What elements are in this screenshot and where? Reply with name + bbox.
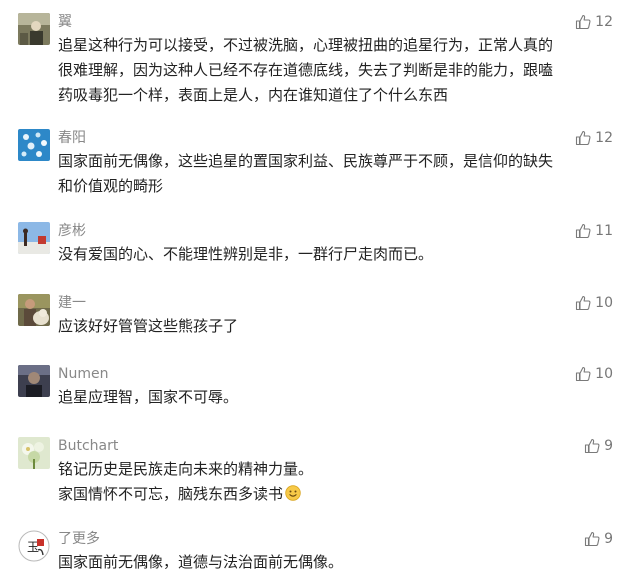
comment-line: 铭记历史是民族走向未来的精神力量。 bbox=[58, 457, 618, 482]
thumbs-up-icon bbox=[575, 130, 591, 146]
comment-line: 没有爱国的心、不能理性辨别是非，一群行尸走肉而已。 bbox=[58, 242, 618, 267]
comment-line-text: 应该好好管管这些熊孩子了 bbox=[58, 317, 239, 335]
like-button[interactable]: 12 bbox=[575, 13, 613, 31]
like-count: 9 bbox=[604, 438, 613, 454]
like-count: 11 bbox=[595, 223, 613, 239]
comment-line: 药吸毒犯一个样，表面上是人，内在谁知道住了个什么东西 bbox=[58, 83, 618, 108]
thumbs-up-icon bbox=[584, 438, 600, 454]
comment-line-text: 家国情怀不可忘，脑残东西多读书 bbox=[58, 485, 284, 503]
comment-line: 家国情怀不可忘，脑残东西多读书 bbox=[58, 482, 618, 507]
comment-author[interactable]: 建一 bbox=[58, 294, 86, 312]
comment-text: 国家面前无偶像，这些追星的置国家利益、民族尊严于不顾，是信仰的缺失 和价值观的畸形 bbox=[58, 149, 618, 199]
comment-line-text: 国家面前无偶像，这些追星的置国家利益、民族尊严于不顾，是信仰的缺失 bbox=[58, 152, 554, 170]
thumbs-up-icon bbox=[584, 531, 600, 547]
like-button[interactable]: 9 bbox=[584, 437, 613, 455]
comment-line: 很难理解，因为这种人已经不存在道德底线，失去了判断是非的能力，跟嗑 bbox=[58, 58, 618, 83]
comment-line: 和价值观的畸形 bbox=[58, 174, 618, 199]
comment-line: 追星应理智，国家不可辱。 bbox=[58, 385, 618, 410]
comment-line-text: 追星这种行为可以接受，不过被洗脑，心理被扭曲的追星行为，正常人真的 bbox=[58, 36, 554, 54]
comment-line: 国家面前无偶像，这些追星的置国家利益、民族尊严于不顾，是信仰的缺失 bbox=[58, 149, 618, 174]
comment-line-text: 追星应理智，国家不可辱。 bbox=[58, 388, 239, 406]
comment-line-text: 没有爱国的心、不能理性辨别是非，一群行尸走肉而已。 bbox=[58, 245, 434, 263]
like-button[interactable]: 10 bbox=[575, 294, 613, 312]
comment-line-text: 药吸毒犯一个样，表面上是人，内在谁知道住了个什么东西 bbox=[58, 86, 449, 104]
thumbs-up-icon bbox=[575, 14, 591, 30]
sky-scene-avatar[interactable] bbox=[18, 222, 50, 254]
comment-author[interactable]: 了更多 bbox=[58, 530, 100, 548]
comment-line: 国家面前无偶像，道德与法治面前无偶像。 bbox=[58, 550, 618, 575]
comment-line: 追星这种行为可以接受，不过被洗脑，心理被扭曲的追星行为，正常人真的 bbox=[58, 33, 618, 58]
like-count: 10 bbox=[595, 366, 613, 382]
comment-text: 应该好好管管这些熊孩子了 bbox=[58, 314, 618, 339]
comment-author[interactable]: 彦彬 bbox=[58, 222, 86, 240]
comment-author[interactable]: 春阳 bbox=[58, 129, 86, 147]
like-count: 12 bbox=[595, 130, 613, 146]
flower-avatar[interactable] bbox=[18, 437, 50, 469]
comment-text: 国家面前无偶像，道德与法治面前无偶像。 bbox=[58, 550, 618, 575]
like-button[interactable]: 10 bbox=[575, 365, 613, 383]
like-button[interactable]: 9 bbox=[584, 530, 613, 548]
like-button[interactable]: 12 bbox=[575, 129, 613, 147]
like-count: 9 bbox=[604, 531, 613, 547]
comment-line-text: 铭记历史是民族走向未来的精神力量。 bbox=[58, 460, 314, 478]
blue-pattern-avatar[interactable] bbox=[18, 129, 50, 161]
like-count: 10 bbox=[595, 295, 613, 311]
calligraphy-seal-avatar[interactable]: 玉 bbox=[18, 530, 50, 562]
person-with-dog-avatar[interactable] bbox=[18, 294, 50, 326]
comment-text: 铭记历史是民族走向未来的精神力量。 家国情怀不可忘，脑残东西多读书 bbox=[58, 457, 618, 507]
thumbs-up-icon bbox=[575, 366, 591, 382]
person-photo-avatar[interactable] bbox=[18, 13, 50, 45]
comment-line: 应该好好管管这些熊孩子了 bbox=[58, 314, 618, 339]
comment-line-text: 很难理解，因为这种人已经不存在道德底线，失去了判断是非的能力，跟嗑 bbox=[58, 61, 554, 79]
comment-author[interactable]: 翼 bbox=[58, 13, 72, 31]
comment-author[interactable]: Butchart bbox=[58, 437, 118, 455]
smiley-emoji-icon bbox=[285, 485, 301, 501]
comment-author[interactable]: Numen bbox=[58, 365, 108, 383]
comment-list: 翼 12 追星这种行为可以接受，不过被洗脑，心理被扭曲的追星行为，正常人真的 很难理解… bbox=[0, 0, 631, 587]
comment-text: 追星这种行为可以接受，不过被洗脑，心理被扭曲的追星行为，正常人真的 很难理解，因为… bbox=[58, 33, 618, 108]
thumbs-up-icon bbox=[575, 295, 591, 311]
like-button[interactable]: 11 bbox=[575, 222, 613, 240]
comment-line-text: 和价值观的畸形 bbox=[58, 177, 164, 195]
comment-text: 没有爱国的心、不能理性辨别是非，一群行尸走肉而已。 bbox=[58, 242, 618, 267]
dark-portrait-avatar[interactable] bbox=[18, 365, 50, 397]
comment-line-text: 国家面前无偶像，道德与法治面前无偶像。 bbox=[58, 553, 344, 571]
thumbs-up-icon bbox=[575, 223, 591, 239]
like-count: 12 bbox=[595, 14, 613, 30]
comment-text: 追星应理智，国家不可辱。 bbox=[58, 385, 618, 410]
